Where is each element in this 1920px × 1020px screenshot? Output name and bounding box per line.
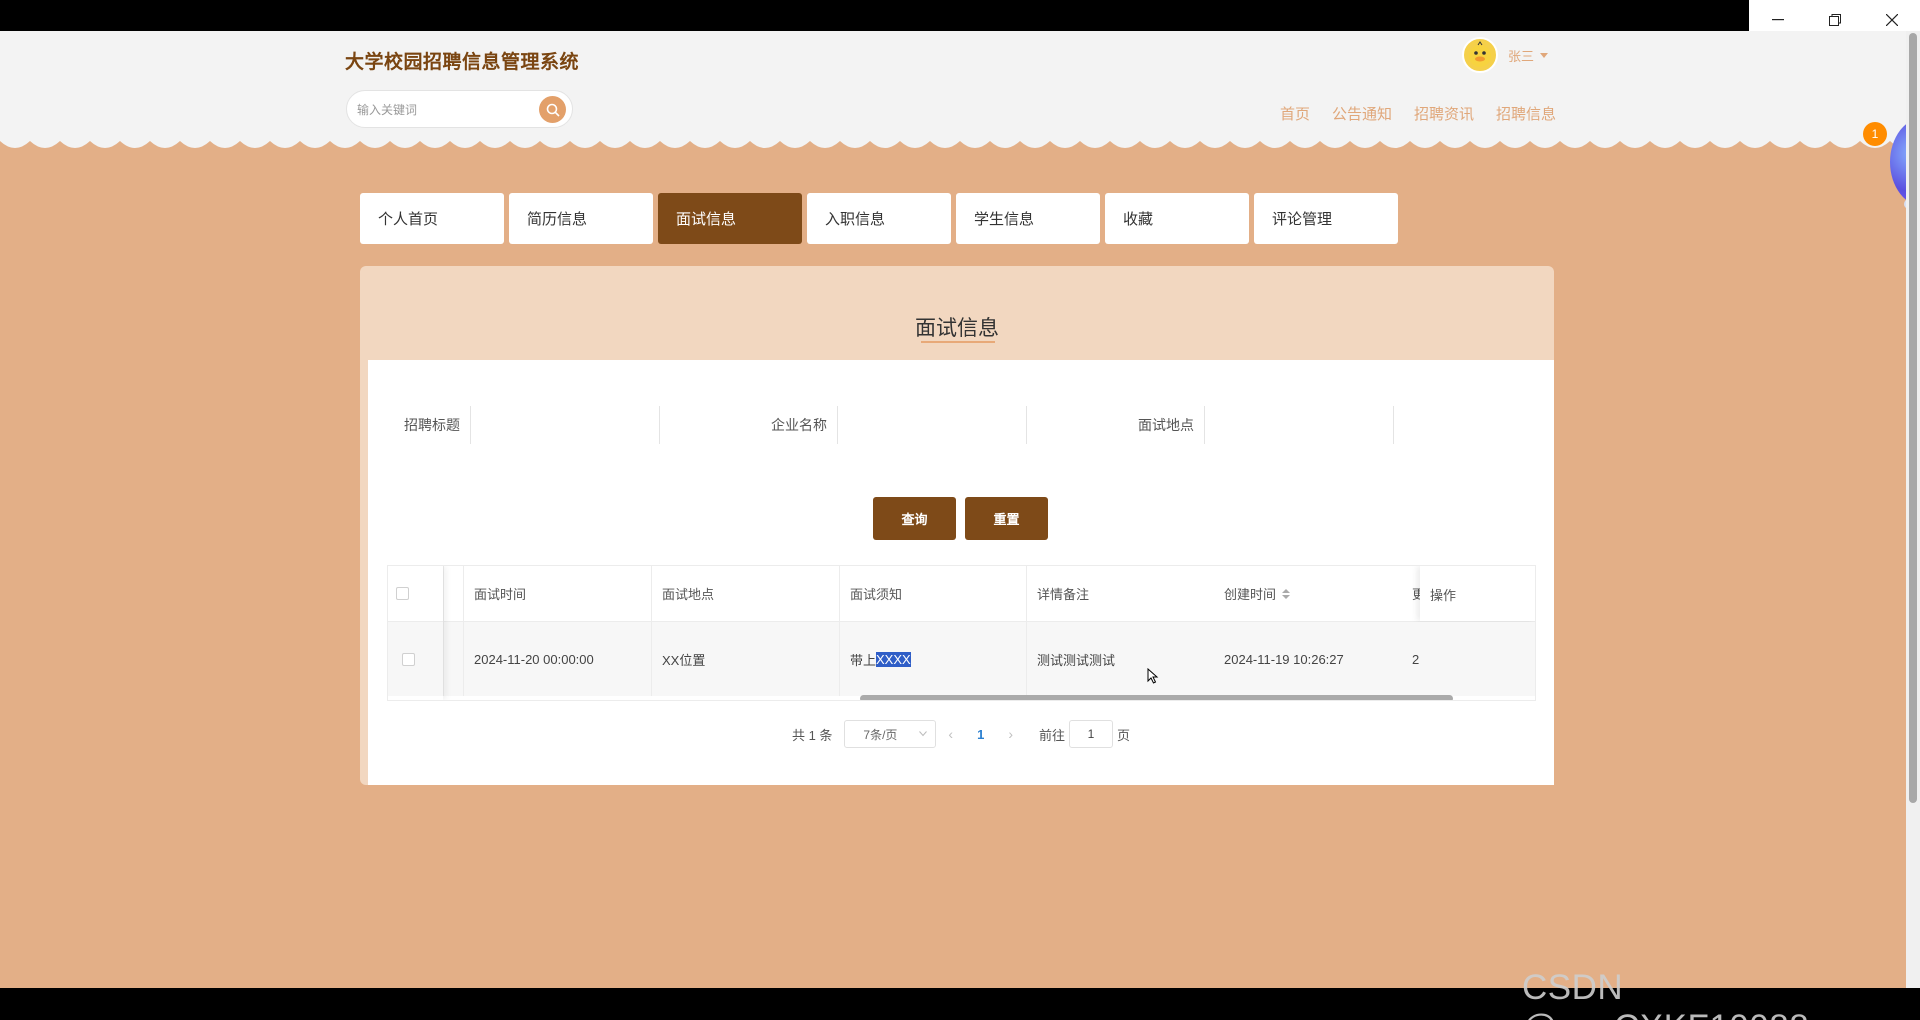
filter-label: 企业名称	[771, 417, 827, 433]
notice-highlight: XXXX	[876, 651, 911, 667]
page-size-value: 7条/页	[863, 727, 898, 742]
pagination: 共 1 条 7条/页 ‹ 1 › 前往 页	[368, 719, 1554, 749]
location-input[interactable]	[1204, 406, 1394, 444]
chevron-down-icon	[919, 731, 928, 737]
col-created[interactable]: 创建时间	[1214, 566, 1402, 621]
next-page-icon[interactable]: ›	[1008, 726, 1013, 742]
query-button[interactable]: 查询	[873, 497, 956, 540]
row-index	[443, 622, 463, 696]
filter-company: 企业名称	[765, 405, 1027, 445]
goto-page-input[interactable]	[1069, 720, 1114, 748]
index-column	[443, 566, 463, 621]
filter-label: 招聘标题	[404, 417, 460, 433]
tab-comments[interactable]: 评论管理	[1254, 193, 1398, 244]
cell-truncated: 2	[1412, 651, 1420, 667]
panel-body: 招聘标题 企业名称 面试地点 查询 重置 面试时间 面试地点 面试须知 详情备注…	[368, 360, 1554, 785]
job-title-input[interactable]	[470, 406, 660, 444]
table-row[interactable]: 2024-11-20 00:00:00 XX位置 带上 XXXX 测试测试测试 2…	[388, 622, 1535, 696]
fixed-column-shadow	[388, 566, 443, 700]
col-location: 面试地点	[651, 566, 839, 621]
chevron-down-icon[interactable]	[1540, 52, 1549, 58]
page-scrollbar-thumb[interactable]	[1909, 33, 1917, 803]
search-input[interactable]	[357, 100, 527, 120]
col-created-label: 创建时间	[1224, 587, 1277, 602]
center-tabs: 个人首页 简历信息 面试信息 入职信息 学生信息 收藏 评论管理	[360, 193, 1398, 244]
header-wave-divider	[0, 131, 1906, 148]
search-icon	[546, 103, 560, 117]
notification-badge[interactable]: 1	[1863, 122, 1887, 146]
title-underline	[921, 341, 995, 343]
table-header: 面试时间 面试地点 面试须知 详情备注 创建时间 更 操作 详情	[388, 566, 1535, 677]
avatar[interactable]	[1462, 37, 1498, 73]
watermark: CSDN @vx_CXKF10088	[1522, 968, 1809, 1020]
top-nav: 首页 公告通知 招聘资讯 招聘信息	[1280, 103, 1556, 124]
nav-home[interactable]: 首页	[1280, 103, 1310, 124]
cell-notice: 带上 XXXX	[839, 622, 1026, 696]
nav-notices[interactable]: 公告通知	[1332, 103, 1392, 124]
reset-button[interactable]: 重置	[965, 497, 1048, 540]
interview-panel: 面试信息 招聘标题 企业名称 面试地点 查询 重置 面试时间 面试地点 面试须知…	[360, 266, 1554, 785]
site-header: 大学校园招聘信息管理系统 张三 首页 公告通知	[0, 31, 1906, 141]
cell-location: XX位置	[651, 622, 839, 696]
notice-prefix: 带上	[850, 652, 877, 668]
nav-news[interactable]: 招聘资讯	[1414, 103, 1474, 124]
cell-remark: 测试测试测试	[1026, 622, 1214, 696]
cell-created: 2024-11-19 10:26:27	[1224, 651, 1344, 667]
filter-bar: 招聘标题 企业名称 面试地点	[368, 405, 1554, 445]
page-size-select[interactable]: 7条/页	[844, 720, 937, 748]
pager-total: 共 1 条	[791, 727, 833, 743]
cell-interview-time: 2024-11-20 00:00:00	[463, 622, 651, 696]
company-input[interactable]	[837, 406, 1027, 444]
horizontal-scrollbar[interactable]	[860, 695, 1453, 700]
title-bar	[0, 0, 1749, 31]
browser-viewport: 大学校园招聘信息管理系统 张三 首页 公告通知	[0, 31, 1906, 988]
sort-icon[interactable]	[1282, 588, 1291, 599]
site-title: 大学校园招聘信息管理系统	[345, 52, 580, 73]
operation-column: 操作 详情	[1420, 566, 1535, 677]
filter-location: 面试地点	[1132, 405, 1394, 445]
tab-student[interactable]: 学生信息	[956, 193, 1100, 244]
col-operation: 操作	[1430, 587, 1457, 603]
tab-interview[interactable]: 面试信息	[658, 193, 802, 244]
duck-avatar-icon	[1469, 41, 1491, 67]
search-button[interactable]	[539, 96, 566, 123]
nav-jobs[interactable]: 招聘信息	[1496, 103, 1556, 124]
filter-job-title: 招聘标题	[398, 405, 660, 445]
tab-resume[interactable]: 简历信息	[509, 193, 653, 244]
interview-table: 面试时间 面试地点 面试须知 详情备注 创建时间 更 操作 详情	[387, 565, 1536, 701]
col-notice: 面试须知	[839, 566, 1026, 621]
page-scrollbar[interactable]	[1906, 31, 1920, 988]
tab-favorites[interactable]: 收藏	[1105, 193, 1249, 244]
tab-personal-home[interactable]: 个人首页	[360, 193, 504, 244]
assistant-handle[interactable]	[1904, 199, 1906, 209]
page-suffix: 页	[1117, 727, 1131, 743]
search-box	[346, 90, 573, 128]
col-interview-time: 面试时间	[463, 566, 651, 621]
goto-label: 前往	[1039, 727, 1066, 743]
page-title: 面试信息	[915, 317, 999, 340]
mouse-cursor-icon	[1147, 668, 1159, 684]
prev-page-icon[interactable]: ‹	[948, 726, 953, 742]
col-remark: 详情备注	[1026, 566, 1214, 621]
current-page[interactable]: 1	[977, 727, 984, 742]
filter-label: 面试地点	[1138, 417, 1194, 433]
tab-onboarding[interactable]: 入职信息	[807, 193, 951, 244]
username[interactable]: 张三	[1508, 46, 1534, 65]
user-menu[interactable]: 张三	[1462, 37, 1549, 73]
